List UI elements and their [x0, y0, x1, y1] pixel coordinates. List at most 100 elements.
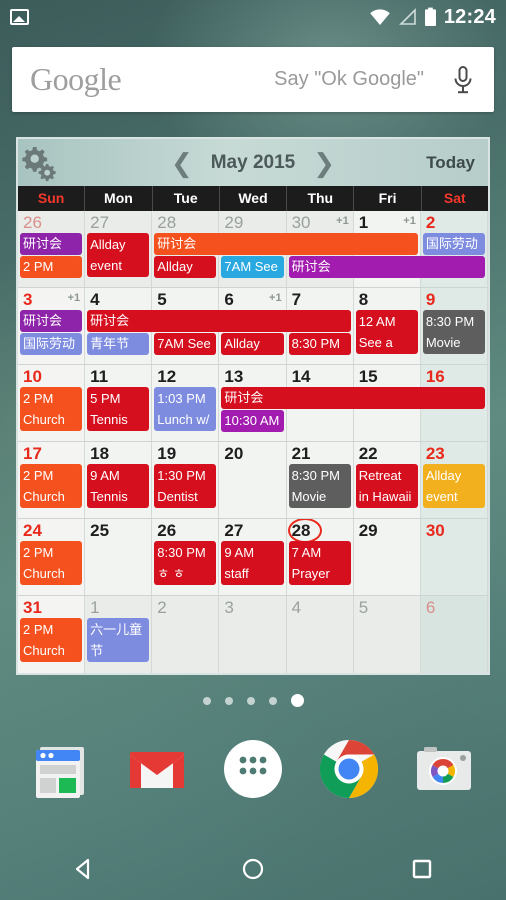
calendar-day-cell[interactable]: 20: [219, 442, 287, 518]
weekday-header-tue: Tue: [153, 186, 220, 211]
calendar-event-chip[interactable]: 2 PM: [20, 256, 83, 278]
day-number: 22: [358, 444, 378, 463]
chrome-app-icon[interactable]: [313, 733, 385, 805]
prev-month-button[interactable]: ❮: [171, 150, 193, 176]
gmail-app-icon[interactable]: [121, 733, 193, 805]
day-number: 29: [224, 213, 244, 232]
next-month-button[interactable]: ❯: [313, 150, 335, 176]
day-number: 14: [291, 367, 311, 386]
microphone-icon[interactable]: [450, 65, 476, 95]
camera-app-icon[interactable]: [408, 733, 480, 805]
calendar-event-chip[interactable]: 国际劳动: [20, 333, 83, 355]
app-drawer-icon[interactable]: [217, 733, 289, 805]
calendar-day-cell[interactable]: 25: [85, 519, 153, 595]
calendar-event-chip[interactable]: 7 AM Prayer: [288, 541, 351, 585]
calendar-event-chip[interactable]: 9 AM staff: [221, 541, 284, 585]
calendar-event-chip[interactable]: 2 PM Church: [20, 618, 83, 662]
day-number: 12: [157, 367, 177, 386]
calendar-event-chip[interactable]: 研讨会: [288, 256, 485, 278]
day-number: 28: [291, 521, 311, 540]
calendar-event-chip[interactable]: 六一儿童节: [87, 618, 150, 662]
calendar-event-chip[interactable]: 10:30 AM: [221, 410, 284, 432]
calendar-week-row: 10 11 12 13 14 15 16 2 PM Church 5 PM Tennis 1:03…: [18, 365, 488, 442]
day-number: 9: [425, 290, 436, 309]
calendar-day-cell[interactable]: 29: [353, 519, 421, 595]
calendar-day-cell[interactable]: 6: [420, 596, 488, 673]
gear-icon[interactable]: [18, 139, 60, 186]
calendar-event-chip[interactable]: Allday: [154, 256, 217, 278]
news-app-icon[interactable]: [26, 733, 98, 805]
more-events-indicator[interactable]: +1: [68, 292, 81, 304]
more-events-indicator[interactable]: +1: [403, 215, 416, 227]
day-number: 2: [425, 213, 436, 232]
day-number: 1: [90, 598, 100, 617]
calendar-event-chip[interactable]: 研讨会: [87, 310, 351, 332]
day-number: 7: [291, 290, 302, 309]
calendar-week-row: 3 +1 4 5 6 +1 7 8 9 研讨会 国际劳动 研讨会 青年节 7AM See Allday 8:3…: [18, 288, 488, 365]
calendar-event-chip[interactable]: Allday event: [87, 233, 150, 277]
calendar-event-chip[interactable]: 研讨会: [20, 310, 83, 332]
calendar-event-chip[interactable]: 研讨会: [221, 387, 485, 409]
wifi-icon: [370, 9, 390, 25]
calendar-event-chip[interactable]: 1:30 PM Dentist: [154, 464, 217, 508]
day-number: 13: [224, 367, 244, 386]
page-dot[interactable]: [268, 696, 277, 705]
day-number: 21: [291, 444, 311, 463]
page-dot[interactable]: [290, 694, 304, 707]
calendar-widget[interactable]: ❮ May 2015 ❯ Today Sun Mon Tue Wed Thu Fri Sat…: [16, 137, 490, 675]
day-number: 24: [23, 521, 42, 540]
calendar-day-cell[interactable]: 2: [152, 596, 220, 673]
calendar-event-chip[interactable]: 12 AM See a: [355, 310, 418, 354]
calendar-grid: 26 27 28 29 30 +1 1 +1 2 研讨会 2 PM Allday event 研讨会 Al…: [18, 211, 488, 673]
calendar-event-chip[interactable]: 8:30 PM ㅎ ㅎ: [154, 541, 217, 585]
calendar-event-chip[interactable]: 9 AM Tennis: [87, 464, 150, 508]
page-dot[interactable]: [246, 696, 255, 705]
today-button[interactable]: Today: [426, 153, 475, 173]
google-search-widget[interactable]: Google Say "Ok Google": [12, 47, 494, 112]
status-bar-left: [10, 9, 29, 25]
calendar-event-chip[interactable]: 8:30 PM Movie: [288, 464, 351, 508]
navigation-bar: [0, 838, 506, 900]
search-hint-text: Say "Ok Google": [274, 68, 424, 90]
day-number: 30: [291, 213, 311, 232]
calendar-event-chip[interactable]: Retreat in Hawaii: [355, 464, 418, 508]
calendar-week-row: 26 27 28 29 30 +1 1 +1 2 研讨会 2 PM Allday event 研讨会 Al…: [18, 211, 488, 288]
status-bar: 12:24: [0, 0, 506, 34]
day-number: 26: [23, 213, 42, 232]
calendar-event-chip[interactable]: Allday event: [422, 464, 485, 508]
page-dot[interactable]: [224, 696, 233, 705]
calendar-day-cell[interactable]: 3: [219, 596, 287, 673]
home-button[interactable]: [222, 838, 284, 900]
calendar-event-chip[interactable]: 国际劳动: [422, 233, 485, 255]
day-number: 27: [90, 213, 110, 232]
weekday-header-fri: Fri: [354, 186, 422, 211]
calendar-event-chip[interactable]: Allday: [221, 333, 284, 355]
calendar-event-chip[interactable]: 8:30 PM: [288, 333, 351, 355]
day-number: 15: [358, 367, 378, 386]
calendar-event-chip[interactable]: 5 PM Tennis: [87, 387, 150, 431]
calendar-event-chip[interactable]: 2 PM Church: [20, 541, 83, 585]
calendar-event-chip[interactable]: 8:30 PM Movie: [422, 310, 485, 354]
calendar-event-chip[interactable]: 7AM See: [154, 333, 217, 355]
calendar-event-chip[interactable]: 研讨会: [20, 233, 83, 255]
calendar-day-cell[interactable]: 4: [286, 596, 354, 673]
more-events-indicator[interactable]: +1: [269, 292, 282, 304]
more-events-indicator[interactable]: +1: [336, 215, 349, 227]
calendar-event-chip[interactable]: 1:03 PM Lunch w/: [154, 387, 217, 431]
calendar-event-chip[interactable]: 青年节: [87, 333, 150, 355]
calendar-week-row: 31 1 2 3 4 5 6 2 PM Church 六一儿童节: [18, 596, 488, 673]
recents-button[interactable]: [391, 838, 453, 900]
calendar-event-chip[interactable]: 7AM See: [221, 256, 284, 278]
calendar-event-chip[interactable]: 2 PM Church: [20, 464, 83, 508]
calendar-event-chip[interactable]: 2 PM Church: [20, 387, 83, 431]
page-dot[interactable]: [202, 696, 211, 705]
back-button[interactable]: [53, 838, 115, 900]
calendar-day-cell[interactable]: 30: [420, 519, 488, 595]
day-number: 28: [157, 213, 177, 232]
calendar-event-chip[interactable]: 研讨会: [154, 233, 418, 255]
calendar-day-cell[interactable]: 5: [353, 596, 421, 673]
day-number: 3: [224, 598, 234, 617]
day-number: 17: [23, 444, 42, 463]
day-number: 10: [23, 367, 42, 386]
day-number: 30: [425, 521, 445, 540]
